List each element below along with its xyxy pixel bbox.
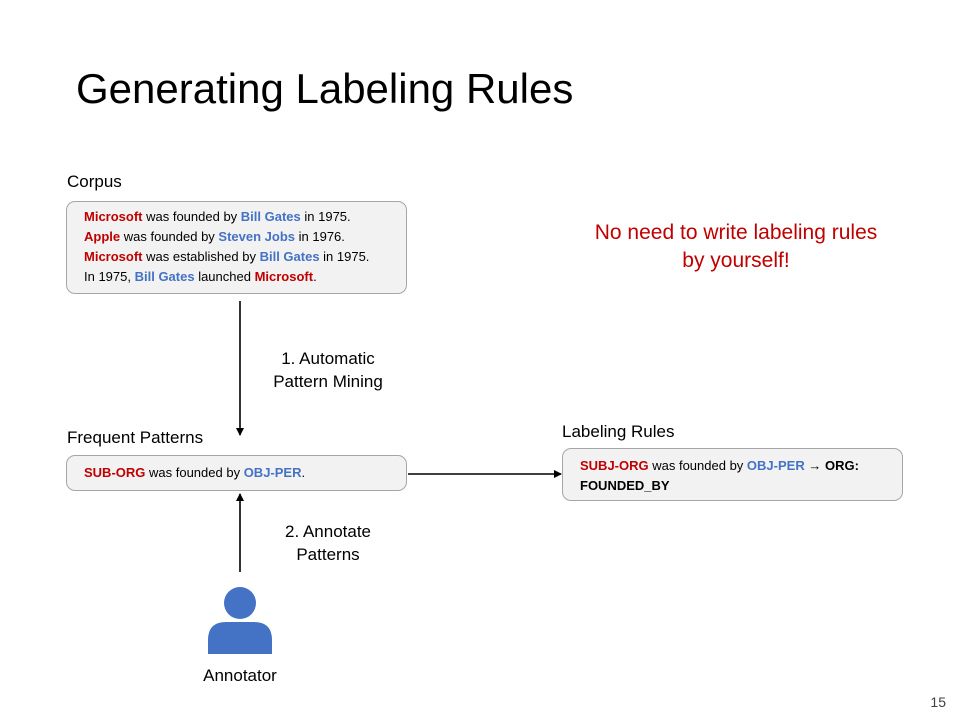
- page-number: 15: [930, 694, 946, 710]
- annotator-label: Annotator: [203, 666, 277, 685]
- arrows-layer: [208, 301, 562, 654]
- person-icon: [208, 587, 272, 654]
